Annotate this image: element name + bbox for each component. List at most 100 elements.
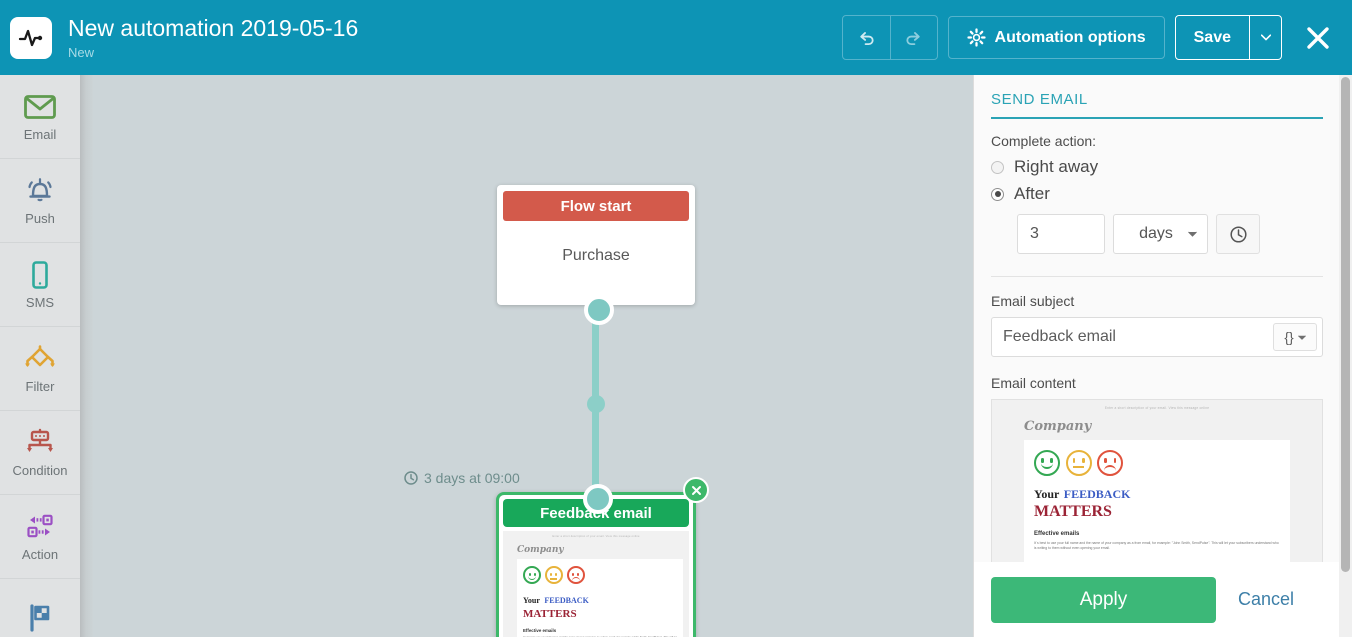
- redo-button[interactable]: [889, 16, 937, 59]
- email-subject-input[interactable]: [992, 318, 1273, 356]
- radio-after-label: After: [1014, 184, 1050, 203]
- time-picker-button[interactable]: [1216, 214, 1260, 254]
- redo-icon: [906, 32, 920, 46]
- flow-start-header: Flow start: [503, 191, 689, 221]
- preview-faces: [1034, 450, 1129, 476]
- caret-down-icon: [1188, 231, 1197, 237]
- flag-goal-icon: [30, 604, 50, 632]
- page-title: New automation 2019-05-16: [68, 14, 359, 41]
- close-icon: [1307, 26, 1329, 49]
- close-icon: [691, 485, 701, 495]
- delay-unit-label: days: [1139, 225, 1173, 242]
- page-subtitle: New: [68, 44, 95, 60]
- save-button-group: Save: [1174, 15, 1282, 60]
- connector-midpoint-dot[interactable]: [587, 395, 605, 413]
- preview-top-note: Enter a short description of your email.…: [552, 535, 640, 538]
- preview-headline-feedback: FEEDBACK: [1063, 487, 1131, 501]
- panel-footer: Apply Cancel: [974, 562, 1339, 637]
- pulse-icon: [18, 29, 43, 46]
- delay-controls: days: [1017, 214, 1323, 254]
- close-editor-button[interactable]: [1296, 16, 1340, 60]
- header-actions: Automation options Save: [841, 15, 1352, 60]
- action-arrows-icon: [27, 514, 53, 537]
- schedule-text: 3 days at 09:00: [424, 470, 520, 486]
- panel-heading-rule: [991, 117, 1323, 119]
- title-block: New automation 2019-05-16 New: [68, 15, 842, 61]
- panel-heading: SEND EMAIL: [991, 91, 1088, 108]
- panel-divider: [991, 276, 1323, 277]
- sidebar-item-label: Filter: [25, 378, 55, 394]
- sidebar-item-label: SMS: [25, 294, 55, 310]
- preview-company: Company: [1024, 419, 1092, 434]
- preview-top-note: Enter a short description of your email.…: [1104, 406, 1210, 410]
- preview-headline-feedback: FEEDBACK: [544, 596, 589, 605]
- automation-canvas[interactable]: Flow start Purchase 3 days at 09:00 Feed…: [93, 75, 973, 637]
- cancel-button[interactable]: Cancel: [1238, 589, 1294, 610]
- apply-button[interactable]: Apply: [991, 576, 1216, 623]
- bell-icon: [28, 177, 52, 201]
- sidebar-item-email[interactable]: Email: [0, 75, 80, 159]
- save-dropdown-button[interactable]: [1249, 16, 1281, 59]
- envelope-icon: [24, 94, 56, 119]
- flow-start-output-port[interactable]: [584, 295, 614, 325]
- app-header: New automation 2019-05-16 New Automation…: [0, 0, 1352, 75]
- radio-after-indicator[interactable]: [991, 187, 1004, 201]
- app-logo: [10, 16, 52, 59]
- sidebar-item-label: Action: [21, 546, 59, 562]
- undo-redo-group: [841, 15, 938, 60]
- merge-tag-button[interactable]: {}: [1273, 323, 1317, 351]
- face-neutral-icon: [1065, 450, 1092, 476]
- preview-body-text: It`s best to use your full name and the …: [1034, 541, 1279, 551]
- email-subject-label: Email subject: [991, 293, 1075, 309]
- merge-tag-icon: {}: [1284, 329, 1294, 345]
- sidebar-item-action[interactable]: Action: [0, 495, 80, 579]
- save-button[interactable]: Save: [1176, 16, 1249, 59]
- clock-icon: [1229, 225, 1247, 243]
- radio-after[interactable]: After: [991, 184, 1323, 204]
- undo-icon: [859, 32, 874, 46]
- caret-down-icon: [1260, 34, 1271, 41]
- schedule-label: 3 days at 09:00: [404, 470, 520, 486]
- preview-company: Company: [517, 545, 564, 555]
- automation-options-button[interactable]: Automation options: [947, 16, 1165, 59]
- filter-funnel-icon: [25, 344, 55, 367]
- preview-headline-your: Your: [1034, 487, 1060, 501]
- feedback-node-input-port[interactable]: [583, 484, 613, 514]
- sidebar-item-push[interactable]: Push: [0, 159, 80, 243]
- preview-faces: [523, 566, 589, 584]
- sidebar-item-condition[interactable]: Condition: [0, 411, 80, 495]
- delay-unit-select[interactable]: days: [1113, 214, 1208, 254]
- delay-amount-input[interactable]: [1017, 214, 1105, 254]
- caret-down-icon: [1297, 334, 1306, 340]
- undo-button[interactable]: [843, 16, 890, 59]
- email-content-label: Email content: [991, 375, 1076, 391]
- sidebar-item-label: Email: [23, 126, 57, 142]
- face-sad-icon: [566, 566, 585, 584]
- tool-sidebar: Email Push SMS Filter Condition Action: [0, 75, 80, 637]
- face-happy-icon: [523, 566, 541, 584]
- sidebar-item-label: Push: [25, 210, 55, 226]
- sidebar-item-sms[interactable]: SMS: [0, 243, 80, 327]
- face-happy-icon: [1034, 450, 1060, 476]
- condition-branch-icon: [27, 428, 53, 452]
- remove-node-button[interactable]: [683, 477, 709, 503]
- email-content-preview[interactable]: Enter a short description of your email.…: [991, 399, 1323, 579]
- complete-action-label: Complete action:: [991, 133, 1097, 149]
- radio-right-away[interactable]: Right away: [991, 157, 1323, 177]
- preview-headline-your: Your: [523, 596, 540, 605]
- panel-scrollbar-thumb[interactable]: [1341, 77, 1350, 572]
- panel-scroll-area: SEND EMAIL Complete action: Right away A…: [974, 75, 1339, 579]
- preview-section-title: Effective emails: [1034, 531, 1080, 537]
- sidebar-item-filter[interactable]: Filter: [0, 327, 80, 411]
- radio-right-away-label: Right away: [1014, 157, 1099, 176]
- node-flow-start[interactable]: Flow start Purchase: [497, 185, 695, 305]
- preview-headline-matters: MATTERS: [1034, 503, 1112, 520]
- face-neutral-icon: [544, 566, 563, 584]
- clock-icon: [404, 471, 418, 485]
- radio-right-away-indicator[interactable]: [991, 160, 1004, 174]
- panel-scrollbar[interactable]: [1339, 75, 1352, 637]
- sidebar-item-goal[interactable]: [0, 579, 80, 637]
- sidebar-item-label: Condition: [12, 462, 68, 478]
- email-subject-field[interactable]: {}: [991, 317, 1323, 357]
- mobile-icon: [32, 260, 48, 289]
